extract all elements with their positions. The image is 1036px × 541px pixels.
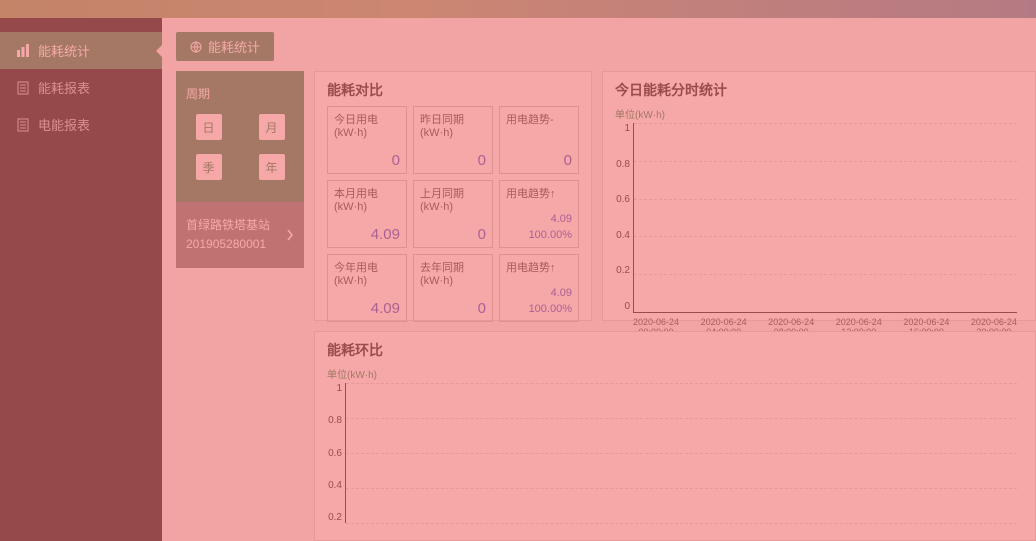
y-tick: 0 bbox=[614, 301, 630, 312]
sidebar-item-label: 电能报表 bbox=[38, 115, 90, 134]
compare-cell: 今日用电(kW·h) 0 bbox=[327, 106, 407, 174]
compare-title: 能耗对比 bbox=[327, 80, 579, 100]
compare-cell: 用电趋势↑ 4.09 100.00% bbox=[499, 254, 579, 322]
ratio-chart-panel: 能耗环比 单位(kW·h) 1 0.8 0.6 0.4 0.2 bbox=[314, 331, 1036, 541]
cell-label: 今日用电(kW·h) bbox=[334, 111, 400, 139]
cell-label: 用电趋势↑ bbox=[506, 185, 572, 201]
cell-value: 0 bbox=[420, 300, 486, 317]
cell-pct: 100.00% bbox=[506, 228, 572, 243]
compare-cell: 本月用电(kW·h) 4.09 bbox=[327, 180, 407, 248]
chevron-right-icon bbox=[286, 229, 294, 241]
sidebar-item-power-report[interactable]: 电能报表 bbox=[0, 106, 162, 143]
content-area: 能耗统计 周期 日 月 季 年 首绿路铁塔基站 201905280001 bbox=[162, 18, 1036, 541]
bar-chart-icon bbox=[16, 44, 30, 58]
cell-label: 用电趋势- bbox=[506, 111, 572, 127]
y-tick: 0.6 bbox=[614, 194, 630, 205]
compare-cell: 去年同期(kW·h) 0 bbox=[413, 254, 493, 322]
hourly-unit: 单位(kW·h) bbox=[615, 106, 1023, 121]
ratio-chart-area: 1 0.8 0.6 0.4 0.2 bbox=[345, 383, 1017, 523]
page-title: 能耗统计 bbox=[208, 37, 260, 56]
y-tick: 0.2 bbox=[614, 265, 630, 276]
station-selector[interactable]: 首绿路铁塔基站 201905280001 bbox=[176, 202, 304, 268]
sidebar-item-energy-stats[interactable]: 能耗统计 bbox=[0, 32, 162, 69]
document-icon bbox=[16, 81, 30, 95]
filter-panel: 周期 日 月 季 年 首绿路铁塔基站 201905280001 bbox=[176, 71, 304, 541]
document-icon bbox=[16, 118, 30, 132]
y-tick: 0.4 bbox=[614, 230, 630, 241]
compare-cell: 用电趋势- 0 bbox=[499, 106, 579, 174]
compare-cell: 上月同期(kW·h) 0 bbox=[413, 180, 493, 248]
cell-label: 用电趋势↑ bbox=[506, 259, 572, 275]
period-selector: 周期 日 月 季 年 bbox=[176, 71, 304, 202]
compare-cell: 昨日同期(kW·h) 0 bbox=[413, 106, 493, 174]
hourly-chart-panel: 今日能耗分时统计 单位(kW·h) 1 0.8 0.6 0.4 0.2 0 bbox=[602, 71, 1036, 321]
hourly-chart-area: 1 0.8 0.6 0.4 0.2 0 bbox=[633, 123, 1017, 313]
y-axis-ticks: 1 0.8 0.6 0.4 0.2 0 bbox=[614, 123, 630, 312]
ratio-title: 能耗环比 bbox=[327, 340, 1023, 360]
y-tick: 0.2 bbox=[326, 512, 342, 523]
y-tick: 1 bbox=[326, 383, 342, 394]
cell-value: 4.09 bbox=[334, 226, 400, 243]
sidebar-item-label: 能耗统计 bbox=[38, 41, 90, 60]
cell-pct: 100.00% bbox=[506, 302, 572, 317]
cell-value: 0 bbox=[420, 226, 486, 243]
y-tick: 1 bbox=[614, 123, 630, 134]
cell-label: 今年用电(kW·h) bbox=[334, 259, 400, 287]
y-tick: 0.8 bbox=[326, 415, 342, 426]
globe-icon bbox=[190, 41, 202, 53]
y-axis-ticks: 1 0.8 0.6 0.4 0.2 bbox=[326, 383, 342, 523]
window-top-strip bbox=[0, 0, 1036, 18]
period-year-button[interactable]: 年 bbox=[259, 154, 285, 180]
sidebar-item-energy-report[interactable]: 能耗报表 bbox=[0, 69, 162, 106]
sidebar-item-label: 能耗报表 bbox=[38, 78, 90, 97]
cell-value: 0 bbox=[334, 152, 400, 169]
cell-value: 4.09 bbox=[506, 212, 572, 227]
y-tick: 0.8 bbox=[614, 159, 630, 170]
sidebar: 能耗统计 能耗报表 电能报表 bbox=[0, 18, 162, 541]
cell-label: 昨日同期(kW·h) bbox=[420, 111, 486, 139]
station-code: 201905280001 bbox=[186, 235, 270, 254]
y-tick: 0.6 bbox=[326, 448, 342, 459]
cell-label: 上月同期(kW·h) bbox=[420, 185, 486, 213]
cell-value: 0 bbox=[420, 152, 486, 169]
page-title-badge: 能耗统计 bbox=[176, 32, 274, 61]
hourly-title: 今日能耗分时统计 bbox=[615, 80, 1023, 100]
cell-value: 0 bbox=[506, 152, 572, 169]
compare-panel: 能耗对比 今日用电(kW·h) 0 昨日同期(kW·h) 0 用 bbox=[314, 71, 592, 321]
period-label: 周期 bbox=[186, 85, 294, 102]
period-month-button[interactable]: 月 bbox=[259, 114, 285, 140]
y-tick: 0.4 bbox=[326, 480, 342, 491]
cell-value: 4.09 bbox=[506, 286, 572, 301]
station-name: 首绿路铁塔基站 bbox=[186, 216, 270, 235]
period-quarter-button[interactable]: 季 bbox=[196, 154, 222, 180]
ratio-unit: 单位(kW·h) bbox=[327, 366, 1023, 381]
cell-label: 去年同期(kW·h) bbox=[420, 259, 486, 287]
compare-cell: 用电趋势↑ 4.09 100.00% bbox=[499, 180, 579, 248]
period-day-button[interactable]: 日 bbox=[196, 114, 222, 140]
cell-value: 4.09 bbox=[334, 300, 400, 317]
compare-cell: 今年用电(kW·h) 4.09 bbox=[327, 254, 407, 322]
cell-label: 本月用电(kW·h) bbox=[334, 185, 400, 213]
